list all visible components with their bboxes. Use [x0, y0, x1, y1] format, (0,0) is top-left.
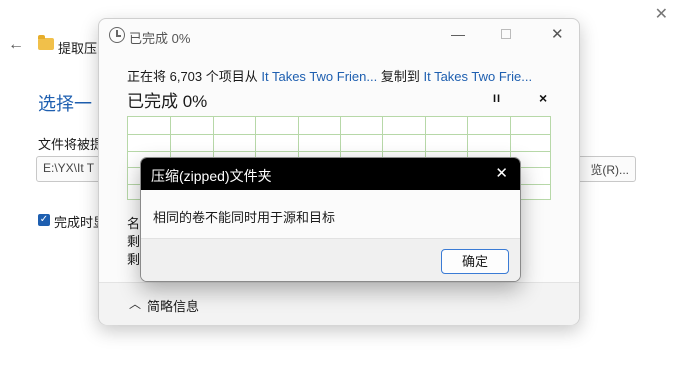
progress-close-button[interactable]: ✕ — [551, 25, 564, 43]
pause-button[interactable]: II — [493, 93, 501, 105]
destination-label: 文件将被提 — [38, 137, 104, 152]
progress-footer: ︿ 简略信息 — [99, 283, 579, 325]
copy-status-text: 正在将 6,703 个项目从 It Takes Two Frien... 复制到… — [127, 66, 532, 85]
dialog-title: 压缩(zipped)文件夹 — [151, 168, 272, 184]
destination-path-input[interactable]: E:\YX\It T — [36, 156, 106, 182]
status-prefix: 正在将 6,703 个项目从 — [127, 69, 262, 84]
detail-name-label: 名 — [127, 216, 141, 231]
progress-window-title: 已完成 0% — [129, 31, 191, 46]
source-folder-link[interactable]: It Takes Two Frien... — [261, 69, 377, 84]
fewer-details-button[interactable]: 简略信息 — [147, 296, 199, 315]
status-middle: 复制到 — [377, 69, 424, 84]
destination-folder-link[interactable]: It Takes Two Frie... — [423, 69, 532, 84]
chevron-up-icon[interactable]: ︿ — [129, 295, 141, 312]
error-dialog: 压缩(zipped)文件夹 ✕ 相同的卷不能同时用于源和目标 确定 — [140, 157, 521, 282]
percent-complete: 已完成 0% — [127, 92, 208, 111]
cancel-copy-button[interactable]: × — [539, 90, 547, 106]
dialog-close-icon[interactable]: ✕ — [495, 164, 508, 182]
folder-zip-icon — [38, 35, 54, 50]
show-files-checkbox[interactable]: ✓ — [38, 214, 50, 226]
dialog-footer: 确定 — [141, 238, 520, 281]
detail-items-label: 剩 — [127, 252, 141, 267]
progress-titlebar: 已完成 0% — ✕ — [99, 19, 579, 51]
clock-icon — [109, 27, 125, 43]
wizard-heading: 选择一 — [38, 94, 92, 114]
back-arrow-icon[interactable]: ← — [8, 36, 24, 54]
detail-time-label: 剩 — [127, 234, 141, 249]
minimize-button[interactable]: — — [451, 26, 465, 42]
maximize-button[interactable] — [501, 29, 511, 39]
background-close-icon[interactable]: ✕ — [655, 4, 668, 24]
ok-button[interactable]: 确定 — [441, 249, 509, 274]
wizard-title: 提取压 — [58, 41, 98, 56]
dialog-message: 相同的卷不能同时用于源和目标 — [153, 210, 336, 225]
dialog-titlebar: 压缩(zipped)文件夹 ✕ — [141, 158, 520, 190]
